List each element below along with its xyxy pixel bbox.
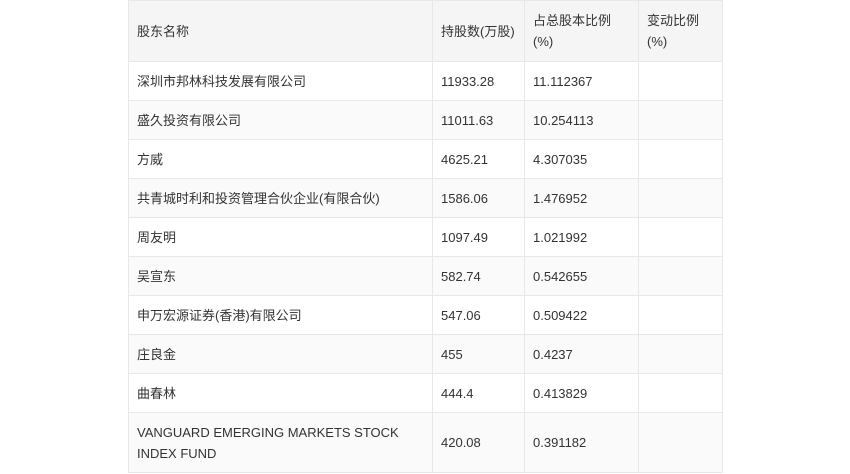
- cell-shares-held: 1586.06: [432, 178, 525, 218]
- cell-change-ratio: [638, 373, 723, 413]
- cell-share-ratio: 0.391182: [524, 412, 639, 473]
- cell-shareholder-name: 周友明: [128, 217, 433, 257]
- cell-shares-held: 11011.63: [432, 100, 525, 140]
- table-row: 盛久投资有限公司 11011.63 10.254113: [128, 100, 723, 140]
- cell-share-ratio: 1.021992: [524, 217, 639, 257]
- cell-change-ratio: [638, 334, 723, 374]
- cell-share-ratio: 0.509422: [524, 295, 639, 335]
- table-row: 吴宣东 582.74 0.542655: [128, 256, 723, 296]
- cell-shareholder-name: 盛久投资有限公司: [128, 100, 433, 140]
- header-shareholder-name: 股东名称: [128, 0, 433, 62]
- table-row: 曲春林 444.4 0.413829: [128, 373, 723, 413]
- table-row: 深圳市邦林科技发展有限公司 11933.28 11.112367: [128, 61, 723, 101]
- cell-shares-held: 547.06: [432, 295, 525, 335]
- table-row: 申万宏源证券(香港)有限公司 547.06 0.509422: [128, 295, 723, 335]
- table-row: VANGUARD EMERGING MARKETS STOCK INDEX FU…: [128, 412, 723, 473]
- table-header-row: 股东名称 持股数(万股) 占总股本比例(%) 变动比例(%): [128, 0, 723, 62]
- cell-change-ratio: [638, 412, 723, 473]
- cell-share-ratio: 0.542655: [524, 256, 639, 296]
- cell-change-ratio: [638, 61, 723, 101]
- cell-share-ratio: 0.4237: [524, 334, 639, 374]
- cell-share-ratio: 4.307035: [524, 139, 639, 179]
- cell-shares-held: 455: [432, 334, 525, 374]
- cell-shareholder-name: 曲春林: [128, 373, 433, 413]
- cell-share-ratio: 1.476952: [524, 178, 639, 218]
- shareholder-table-container: 股东名称 持股数(万股) 占总股本比例(%) 变动比例(%) 深圳市邦林科技发展…: [128, 0, 723, 473]
- cell-change-ratio: [638, 217, 723, 257]
- table-row: 方威 4625.21 4.307035: [128, 139, 723, 179]
- cell-share-ratio: 10.254113: [524, 100, 639, 140]
- cell-shares-held: 4625.21: [432, 139, 525, 179]
- cell-change-ratio: [638, 178, 723, 218]
- cell-shareholder-name: VANGUARD EMERGING MARKETS STOCK INDEX FU…: [128, 412, 433, 473]
- cell-shares-held: 1097.49: [432, 217, 525, 257]
- cell-change-ratio: [638, 256, 723, 296]
- cell-shareholder-name: 申万宏源证券(香港)有限公司: [128, 295, 433, 335]
- header-shares-held: 持股数(万股): [432, 0, 525, 62]
- cell-shareholder-name: 共青城时利和投资管理合伙企业(有限合伙): [128, 178, 433, 218]
- cell-share-ratio: 11.112367: [524, 61, 639, 101]
- cell-change-ratio: [638, 295, 723, 335]
- cell-shares-held: 582.74: [432, 256, 525, 296]
- cell-share-ratio: 0.413829: [524, 373, 639, 413]
- cell-shareholder-name: 庄良金: [128, 334, 433, 374]
- cell-change-ratio: [638, 100, 723, 140]
- shareholder-table: 股东名称 持股数(万股) 占总股本比例(%) 变动比例(%) 深圳市邦林科技发展…: [128, 0, 723, 473]
- cell-shareholder-name: 方威: [128, 139, 433, 179]
- cell-shares-held: 11933.28: [432, 61, 525, 101]
- table-row: 周友明 1097.49 1.021992: [128, 217, 723, 257]
- table-row: 庄良金 455 0.4237: [128, 334, 723, 374]
- table-row: 共青城时利和投资管理合伙企业(有限合伙) 1586.06 1.476952: [128, 178, 723, 218]
- cell-shareholder-name: 深圳市邦林科技发展有限公司: [128, 61, 433, 101]
- cell-shares-held: 420.08: [432, 412, 525, 473]
- cell-shares-held: 444.4: [432, 373, 525, 413]
- header-share-ratio: 占总股本比例(%): [524, 0, 639, 62]
- cell-change-ratio: [638, 139, 723, 179]
- cell-shareholder-name: 吴宣东: [128, 256, 433, 296]
- header-change-ratio: 变动比例(%): [638, 0, 723, 62]
